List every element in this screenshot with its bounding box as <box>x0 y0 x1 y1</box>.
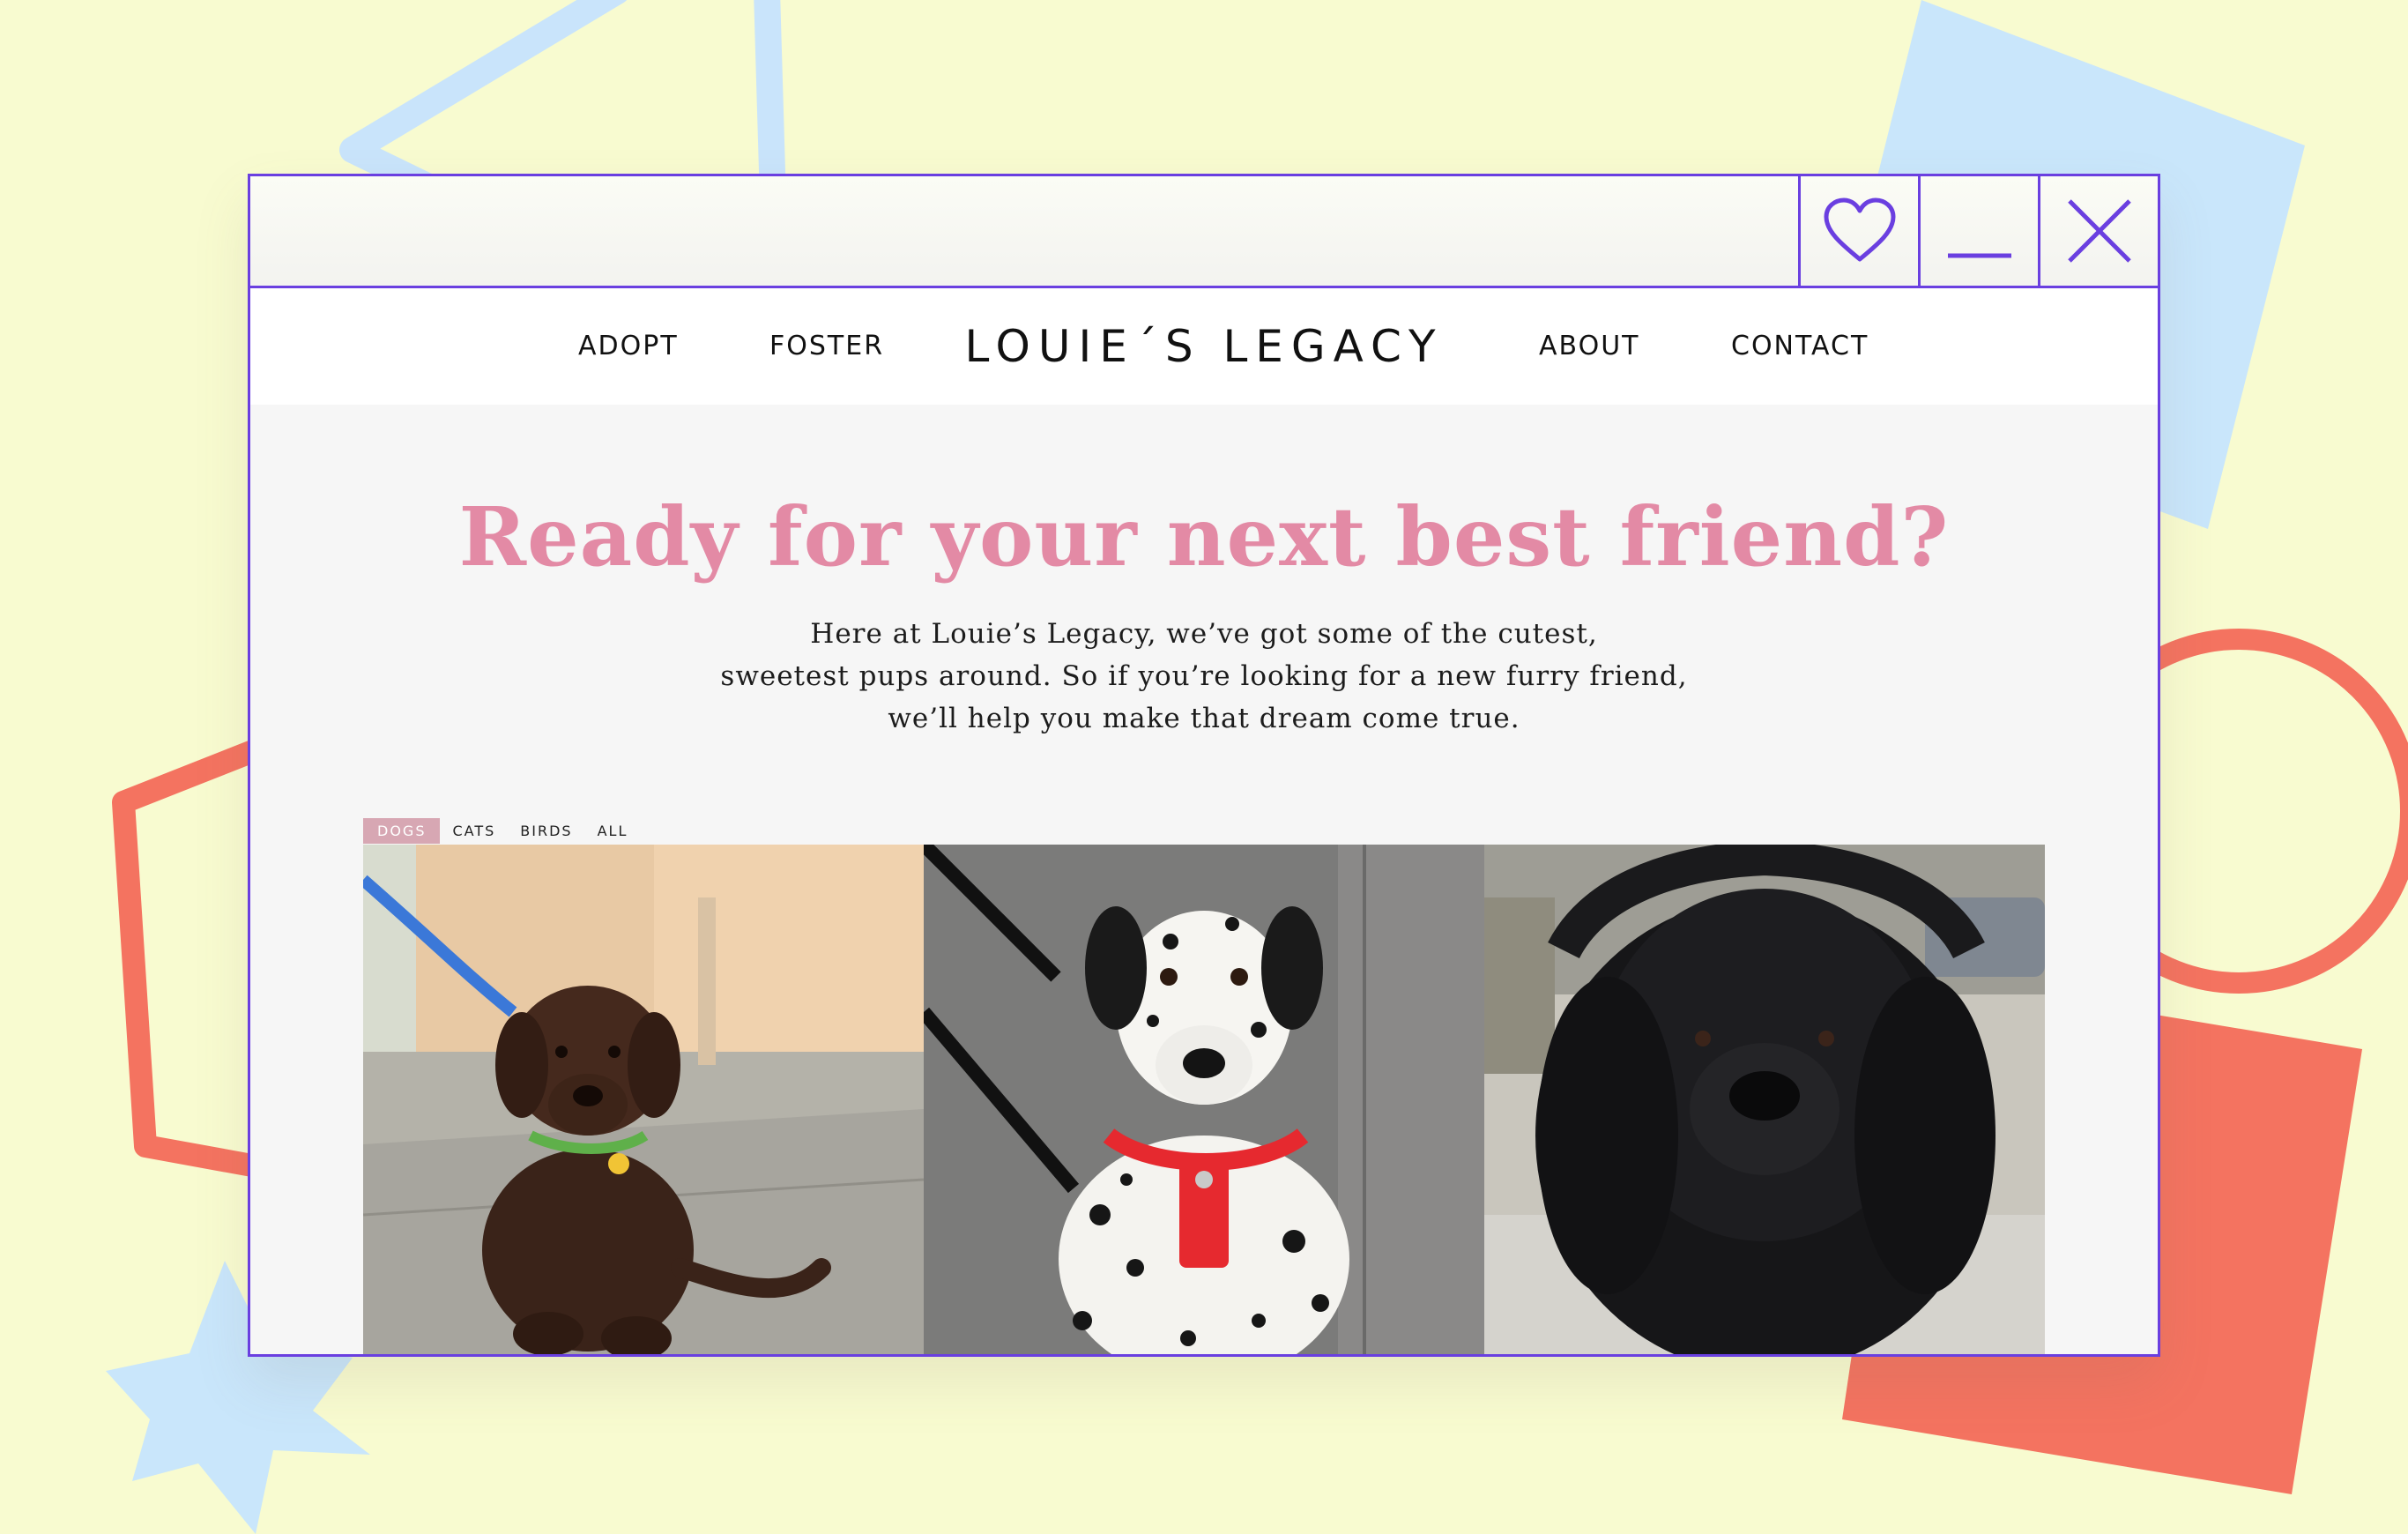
browser-window: LOUIE´S LEGACY ADOPT FOSTER ABOUT CONTAC… <box>248 174 2160 1357</box>
dog-photo-labrador-puppy[interactable] <box>363 845 924 1354</box>
hero-title: Ready for your next best friend? <box>458 489 1950 585</box>
dog-photo-newfoundland[interactable] <box>1484 845 2045 1354</box>
tab-cats[interactable]: CATS <box>440 818 508 844</box>
tab-dogs[interactable]: DOGS <box>363 818 441 844</box>
nav-link-about[interactable]: ABOUT <box>1539 288 1639 405</box>
close-button[interactable] <box>2038 176 2158 286</box>
animal-filter-tabs: DOGS CATS BIRDS ALL <box>363 818 640 844</box>
dog-photo-dalmatian[interactable] <box>924 845 1484 1354</box>
hero-description-line: Here at Louie’s Legacy, we’ve got some o… <box>810 618 1598 650</box>
hero-description-line: sweetest pups around. So if you’re looki… <box>720 660 1688 692</box>
tab-all[interactable]: ALL <box>585 818 641 844</box>
site-logo[interactable]: LOUIE´S LEGACY <box>250 288 2158 405</box>
title-bar <box>250 176 2158 288</box>
hero-description-line: we’ll help you make that dream come true… <box>888 703 1520 734</box>
favorite-button[interactable] <box>1798 176 1918 286</box>
tab-birds[interactable]: BIRDS <box>508 818 584 844</box>
nav-link-foster[interactable]: FOSTER <box>769 288 884 405</box>
heart-icon <box>1824 197 1895 262</box>
nav-link-contact[interactable]: CONTACT <box>1731 288 1869 405</box>
pet-gallery <box>363 845 2045 1354</box>
close-icon <box>2067 199 2131 263</box>
minimize-button[interactable] <box>1918 176 2038 286</box>
site-navigation: LOUIE´S LEGACY ADOPT FOSTER ABOUT CONTAC… <box>250 288 2158 405</box>
minimize-icon <box>1947 253 2011 258</box>
hero-description: Here at Louie’s Legacy, we’ve got some o… <box>250 613 2158 740</box>
nav-link-adopt[interactable]: ADOPT <box>578 288 679 405</box>
